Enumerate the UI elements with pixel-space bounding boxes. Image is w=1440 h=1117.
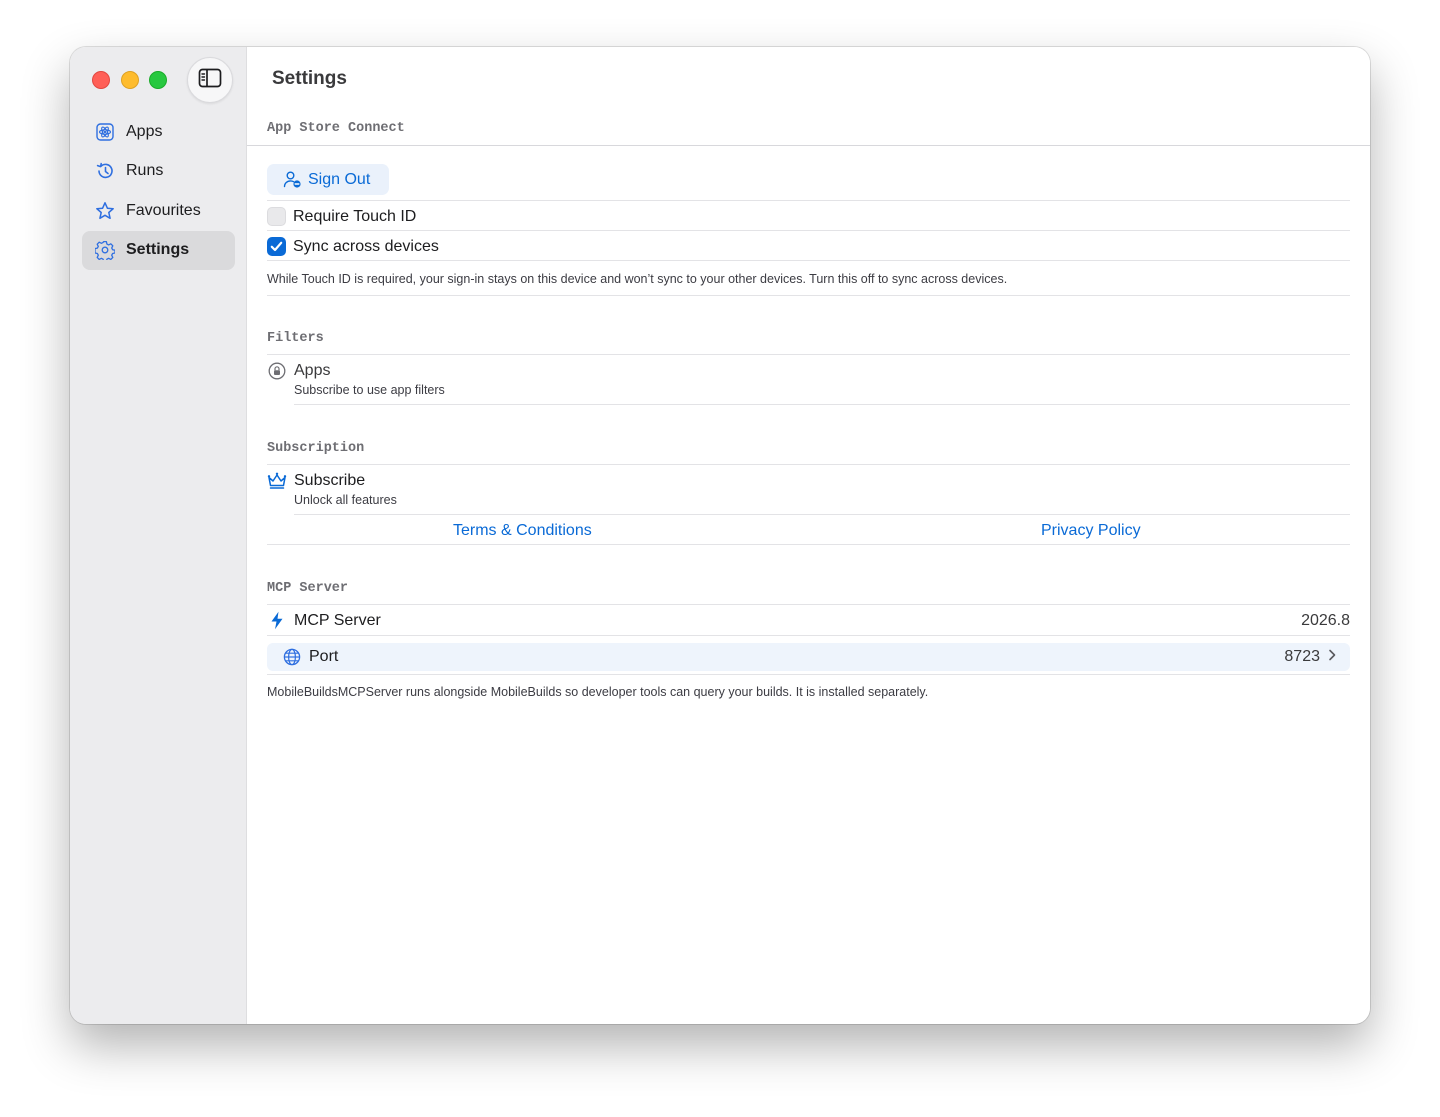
port-row[interactable]: Port 8723 (267, 643, 1350, 671)
section-header-subscription: Subscription (267, 441, 365, 456)
section-header-filters: Filters (267, 331, 324, 346)
require-touch-id-checkbox[interactable] (267, 207, 286, 226)
mcp-server-version: 2026.8 (1301, 611, 1350, 629)
divider (267, 354, 1350, 355)
subscribe-row[interactable]: Subscribe Unlock all features (267, 471, 397, 507)
app-filters-subtitle: Subscribe to use app filters (294, 383, 445, 397)
sidebar-item-label: Apps (126, 122, 163, 140)
port-value: 8723 (1284, 648, 1320, 665)
mcp-server-label: MCP Server (294, 611, 381, 629)
zoom-window-button[interactable] (149, 71, 167, 89)
sidebar: Apps Runs Favourites Settings (70, 47, 247, 1024)
app-filters-row: Apps Subscribe to use app filters (267, 361, 445, 397)
chevron-right-icon (1328, 648, 1336, 666)
section-header-mcp-server: MCP Server (267, 581, 349, 596)
person-remove-icon (283, 170, 302, 189)
settings-pane: Settings App Store Connect Sign Out Requ… (247, 47, 1370, 1024)
sidebar-item-settings[interactable]: Settings (82, 230, 235, 270)
sidebar-item-apps[interactable]: Apps (82, 112, 235, 151)
divider (267, 544, 1350, 545)
mcp-server-row: MCP Server 2026.8 (267, 611, 1350, 630)
lock-icon (267, 361, 287, 381)
divider (294, 514, 1350, 515)
privacy-policy-link[interactable]: Privacy Policy (1041, 522, 1141, 540)
atom-icon (95, 122, 115, 142)
sidebar-item-label: Favourites (126, 201, 201, 219)
sign-out-button[interactable]: Sign Out (267, 164, 389, 195)
port-label: Port (309, 648, 339, 665)
touch-id-footnote: While Touch ID is required, your sign-in… (267, 272, 1008, 286)
divider (267, 230, 1350, 231)
sync-devices-label: Sync across devices (293, 237, 439, 255)
sidebar-nav: Apps Runs Favourites Settings (82, 112, 235, 270)
sign-out-label: Sign Out (308, 170, 371, 188)
sidebar-item-label: Settings (126, 241, 190, 258)
checkmark-icon (270, 241, 283, 252)
divider (267, 635, 1350, 636)
divider (267, 200, 1350, 201)
divider (294, 404, 1350, 405)
history-icon (95, 161, 115, 181)
divider (267, 464, 1350, 465)
mcp-footnote: MobileBuildsMCPServer runs alongside Mob… (267, 685, 929, 699)
close-window-button[interactable] (92, 71, 110, 89)
toggle-sidebar-button[interactable] (187, 57, 233, 103)
minimize-window-button[interactable] (121, 71, 139, 89)
sidebar-item-label: Runs (126, 162, 164, 179)
globe-icon (283, 648, 301, 666)
sync-devices-row[interactable]: Sync across devices (267, 237, 439, 256)
sync-devices-checkbox[interactable] (267, 237, 286, 256)
sidebar-toggle-icon (198, 68, 222, 93)
page-title: Settings (272, 68, 347, 89)
app-filters-title: Apps (294, 362, 331, 379)
divider (267, 260, 1350, 261)
gear-icon (95, 240, 115, 260)
divider (247, 145, 1370, 146)
subscribe-subtitle: Unlock all features (294, 493, 397, 507)
subscribe-title: Subscribe (294, 472, 366, 489)
star-icon (95, 201, 115, 221)
section-header-app-store-connect: App Store Connect (267, 121, 405, 136)
app-window: Apps Runs Favourites Settings Settings A… (70, 47, 1370, 1024)
divider (267, 295, 1350, 296)
terms-conditions-link[interactable]: Terms & Conditions (453, 522, 592, 540)
crown-icon (267, 471, 287, 491)
sidebar-item-runs[interactable]: Runs (82, 152, 235, 191)
sidebar-item-favourites[interactable]: Favourites (82, 191, 235, 230)
divider (267, 604, 1350, 605)
require-touch-id-row[interactable]: Require Touch ID (267, 207, 416, 226)
divider (267, 674, 1350, 675)
require-touch-id-label: Require Touch ID (293, 207, 417, 225)
bolt-icon (267, 611, 287, 630)
